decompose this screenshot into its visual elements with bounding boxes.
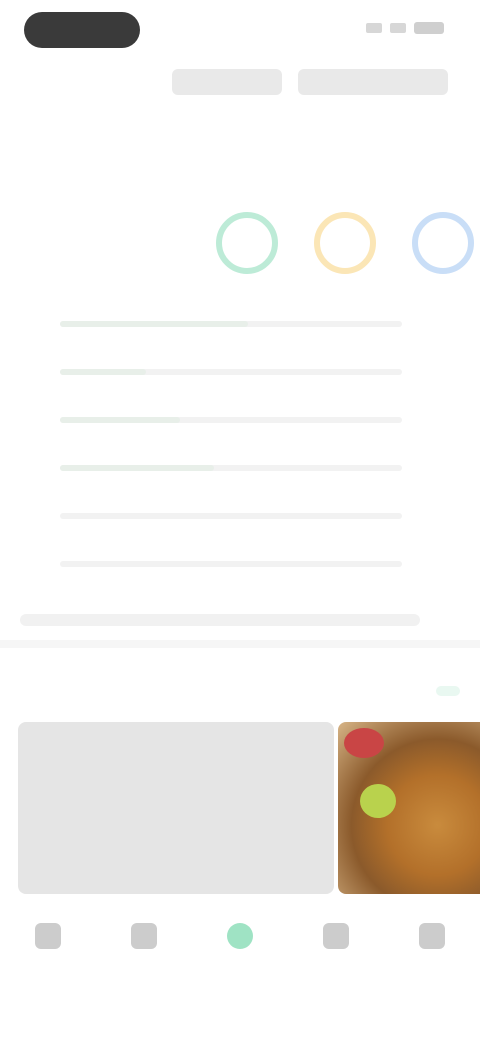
nutrient-bar — [60, 561, 402, 567]
nutrient-bar — [60, 513, 402, 519]
header-placeholder-2 — [298, 69, 448, 95]
tab-stats[interactable] — [109, 923, 179, 955]
tab-recipes[interactable] — [301, 923, 371, 955]
nutrient-row — [20, 540, 460, 588]
summary-header — [20, 140, 460, 168]
nutrient-bar-fill — [60, 369, 146, 375]
nutrient-row — [20, 348, 460, 396]
tab-profile[interactable] — [397, 923, 467, 955]
nutrient-bar-fill — [60, 465, 214, 471]
disclaimer-note — [20, 614, 420, 626]
nutrient-bar — [60, 417, 402, 423]
calorie-row — [20, 212, 480, 282]
protein-ring — [412, 212, 474, 274]
nutrient-row — [20, 492, 460, 540]
home-icon — [35, 923, 61, 949]
battery-icon — [414, 22, 444, 34]
leaf-illustration — [360, 784, 396, 818]
carbs-ring — [216, 212, 278, 274]
add-icon — [227, 923, 253, 949]
recipes-more-button[interactable] — [436, 686, 460, 696]
tab-home[interactable] — [13, 923, 83, 955]
status-bar — [0, 0, 480, 60]
nutrient-bar-fill — [60, 417, 180, 423]
recipe-card-image[interactable] — [338, 722, 480, 894]
back-pill-button[interactable] — [24, 12, 140, 48]
recipes-header — [20, 676, 460, 706]
tomato-illustration — [344, 728, 384, 758]
wifi-icon — [390, 23, 406, 33]
section-divider — [0, 640, 480, 648]
book-icon — [323, 923, 349, 949]
chart-icon — [131, 923, 157, 949]
nutrient-row — [20, 396, 460, 444]
nutrient-bar — [60, 465, 402, 471]
tab-bar — [0, 896, 480, 982]
calorie-value — [20, 226, 26, 257]
tab-add[interactable] — [205, 923, 275, 955]
recipe-card[interactable] — [18, 722, 334, 894]
profile-icon — [419, 923, 445, 949]
status-icons — [366, 22, 444, 34]
nutrient-bar-fill — [60, 321, 249, 327]
fat-ring — [314, 212, 376, 274]
nutrient-row — [20, 300, 460, 348]
header-placeholder-1 — [172, 69, 282, 95]
nutrient-bar — [60, 369, 402, 375]
nutrient-row — [20, 444, 460, 492]
nutrient-list — [20, 300, 460, 588]
header-strip — [172, 64, 462, 100]
nutrient-bar — [60, 321, 402, 327]
macro-circles — [216, 212, 474, 274]
signal-icon — [366, 23, 382, 33]
